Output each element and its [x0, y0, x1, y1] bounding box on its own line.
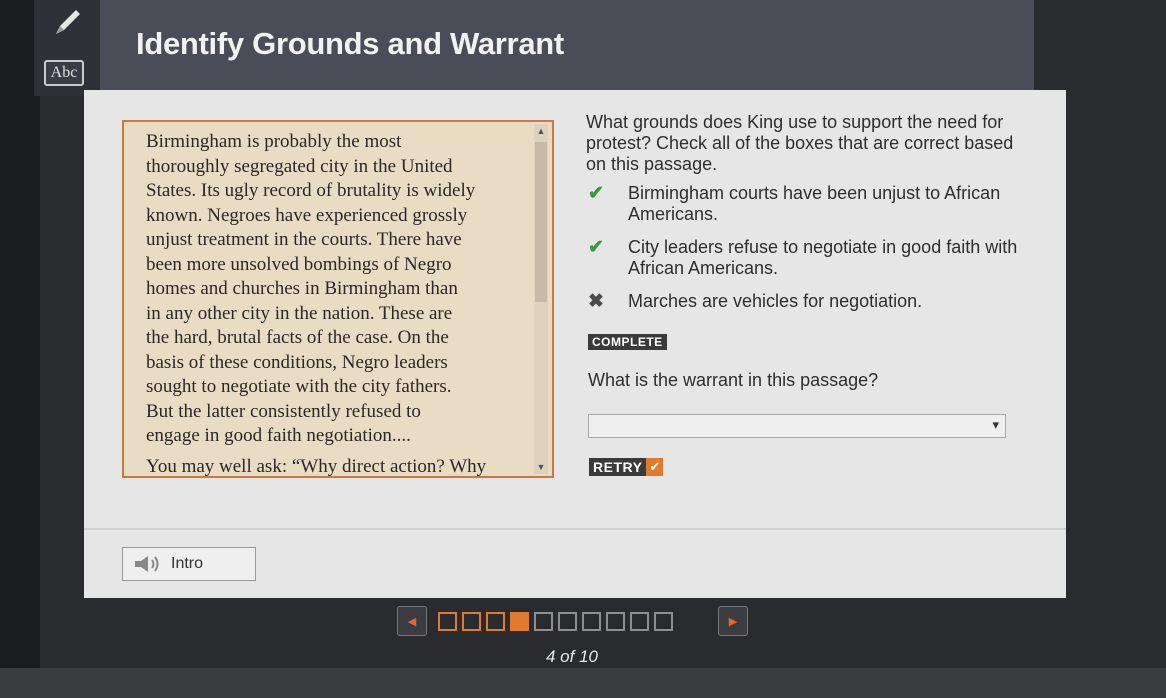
page-title: Identify Grounds and Warrant — [136, 26, 564, 61]
passage-line: known. Negroes have experienced grossly — [146, 204, 468, 226]
panel-divider — [84, 528, 1066, 530]
chevron-down-icon: ▾ — [992, 417, 999, 432]
passage-line: engage in good faith negotiation.... — [146, 425, 411, 446]
passage-line: basis of these conditions, Negro leaders — [146, 351, 448, 373]
page-square-6[interactable] — [558, 612, 577, 631]
chevron-right-icon: ▶ — [728, 615, 738, 628]
passage-line: homes and churches in Birmingham than — [146, 278, 458, 299]
page-square-5[interactable] — [534, 612, 553, 631]
page-counter: 4 of 10 — [546, 647, 598, 666]
previous-page-button[interactable]: ◀ — [397, 606, 427, 636]
page-square-1[interactable] — [438, 612, 457, 631]
passage-line: been more unsolved bombings of Negro — [146, 253, 452, 275]
page-square-7[interactable] — [582, 612, 601, 631]
intro-button[interactable]: Intro — [122, 547, 256, 581]
complete-badge: COMPLETE — [588, 334, 667, 350]
page-square-8[interactable] — [606, 612, 625, 631]
dictionary-icon[interactable]: Abc — [44, 60, 84, 86]
page-indicator — [438, 612, 673, 631]
passage-text: Birmingham is probably the most thorough… — [146, 130, 516, 477]
pencil-icon[interactable] — [50, 6, 84, 40]
scroll-down-icon[interactable]: ▼ — [534, 460, 548, 474]
passage-line: unjust treatment in the courts. There ha… — [146, 229, 462, 250]
passage-box[interactable]: Birmingham is probably the most thorough… — [122, 120, 554, 478]
passage-line: You may well ask: “Why direct action? Wh… — [146, 455, 487, 477]
choice-label: Birmingham courts have been unjust to Af… — [628, 183, 1001, 224]
question-1-text: What grounds does King use to support th… — [586, 112, 1014, 174]
choice-label: City leaders refuse to negotiate in good… — [628, 237, 1018, 278]
dictionary-icon-label: Abc — [50, 64, 78, 81]
chevron-left-icon: ◀ — [407, 615, 417, 628]
check-icon: ✔ — [588, 237, 604, 258]
retry-button[interactable]: RETRY ✔ — [589, 458, 664, 476]
page-square-4[interactable] — [510, 612, 529, 631]
scroll-up-icon[interactable]: ▲ — [534, 124, 548, 138]
passage-line: States. Its ugly record of brutality is … — [146, 180, 476, 201]
passage-line: the hard, brutal facts of the case. On t… — [146, 327, 449, 348]
retry-label: RETRY — [589, 458, 647, 476]
check-icon: ✔ — [588, 183, 604, 204]
next-page-button[interactable]: ▶ — [718, 606, 748, 636]
page-square-9[interactable] — [630, 612, 649, 631]
page-square-2[interactable] — [462, 612, 481, 631]
question-2-text: What is the warrant in this passage? — [588, 370, 879, 390]
passage-line: in any other city in the nation. These a… — [146, 302, 453, 324]
passage-line: thoroughly segregated city in the United — [146, 155, 453, 177]
passage-scrollbar[interactable]: ▲ ▼ — [534, 124, 548, 474]
speaker-icon — [135, 556, 159, 572]
choice-label: Marches are vehicles for negotiation. — [628, 291, 923, 311]
check-icon: ✔ — [646, 458, 664, 476]
passage-line: Birmingham is probably the most — [146, 131, 402, 152]
cross-icon: ✖ — [588, 291, 604, 312]
passage-line: But the latter consistently refused to — [146, 400, 421, 422]
scroll-thumb[interactable] — [535, 142, 547, 302]
screen-edge — [0, 0, 40, 698]
page-square-3[interactable] — [486, 612, 505, 631]
passage-line: sought to negotiate with the city father… — [146, 376, 452, 397]
screen-bottom — [0, 668, 1166, 698]
intro-label: Intro — [171, 555, 204, 572]
page-square-10[interactable] — [654, 612, 673, 631]
warrant-select[interactable]: ▾ — [588, 414, 1006, 438]
